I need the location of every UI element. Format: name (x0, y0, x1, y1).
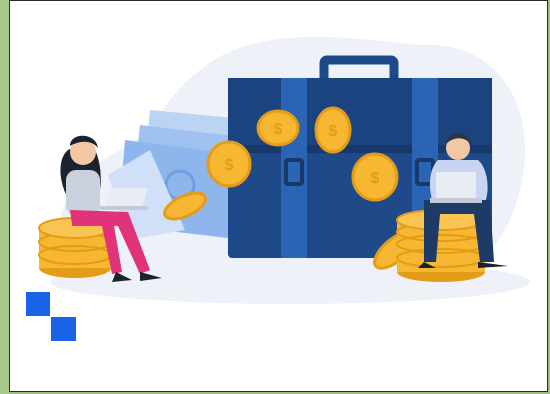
coin-icon: $ (256, 109, 300, 147)
svg-text:$: $ (225, 157, 234, 174)
laptop-icon (430, 172, 482, 203)
svg-text:$: $ (329, 123, 338, 140)
coin-icon: $ (351, 152, 399, 202)
coin-stack-right (396, 209, 486, 282)
square-icon (26, 292, 50, 316)
square-icon (51, 317, 76, 341)
coin-stack-left (38, 217, 112, 278)
coin-icon: $ (206, 140, 252, 188)
svg-text:$: $ (371, 170, 380, 187)
svg-text:$: $ (274, 121, 283, 138)
finance-illustration: $ $ $ $ (38, 36, 530, 304)
coin-icon: $ (314, 106, 352, 154)
